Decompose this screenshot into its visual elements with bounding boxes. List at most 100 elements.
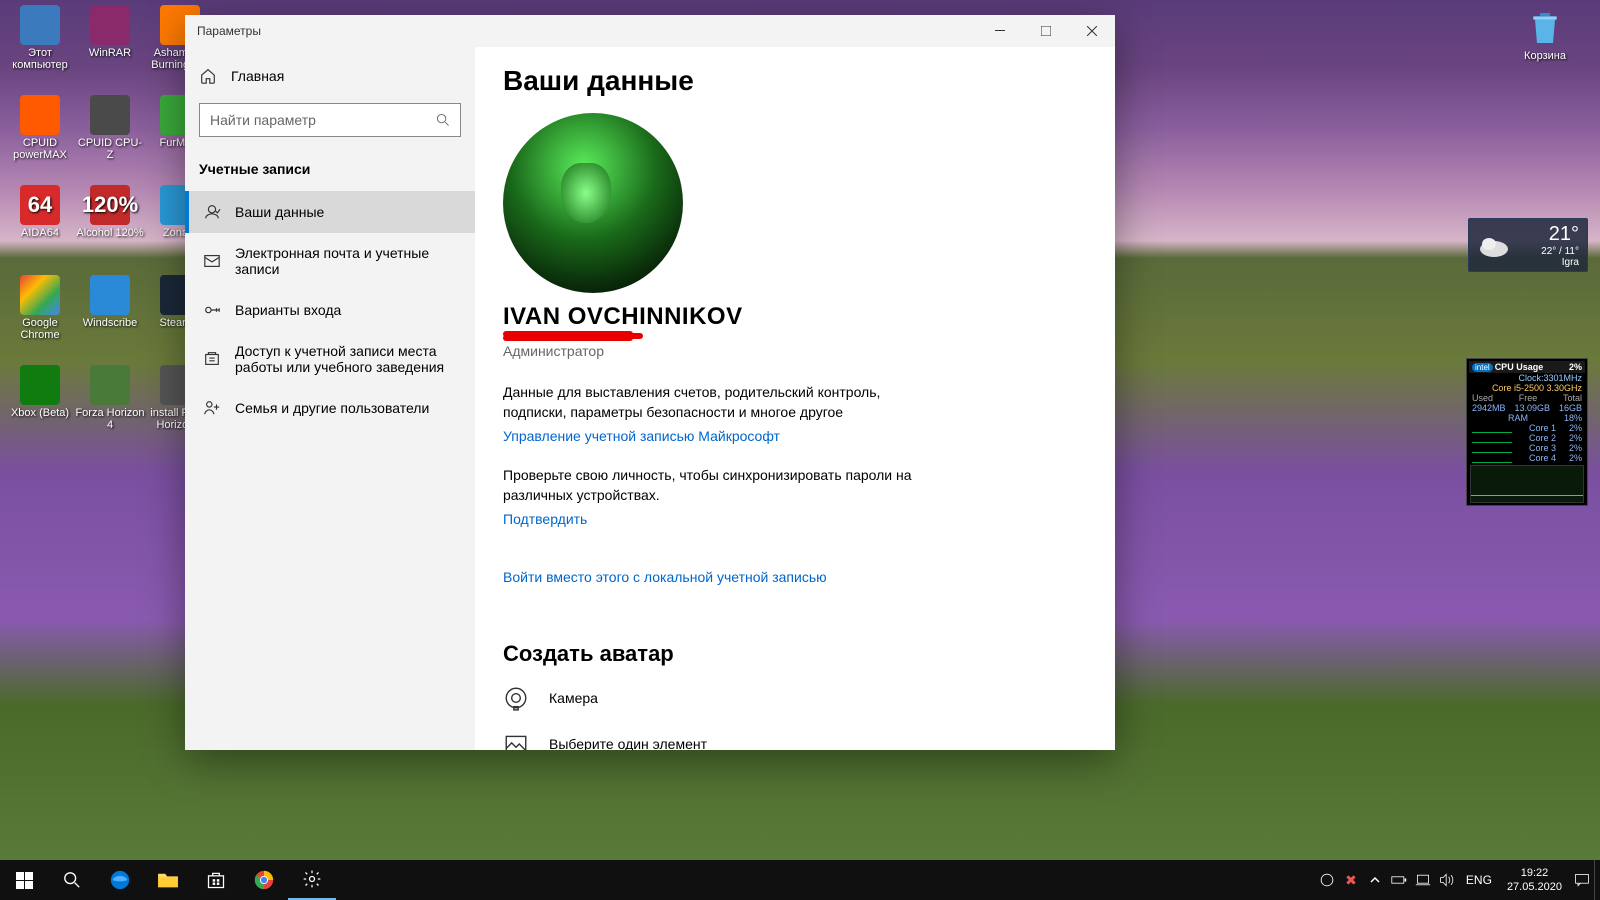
desktop-icon-label: Forza Horizon 4 — [75, 407, 145, 431]
app-icon — [90, 275, 130, 315]
sidebar-item-label: Электронная почта и учетные записи — [235, 245, 461, 277]
cpu-usage-widget[interactable]: intelCPU Usage2% Clock:3301MHz Core i5-2… — [1466, 358, 1588, 506]
avatar — [503, 113, 683, 293]
account-info-text: Данные для выставления счетов, родительс… — [503, 383, 943, 422]
cpu-clock-label: Clock: — [1518, 373, 1543, 383]
edge-button[interactable] — [96, 860, 144, 900]
user-name: IVAN OVCHINNIKOV — [503, 303, 1087, 331]
home-button[interactable]: Главная — [185, 57, 475, 95]
sidebar-item[interactable]: Электронная почта и учетные записи — [185, 233, 475, 289]
search-input[interactable]: Найти параметр — [199, 103, 461, 137]
edge-icon — [109, 869, 131, 891]
weather-temp: 21° — [1541, 223, 1579, 246]
verify-link[interactable]: Подтвердить — [503, 511, 587, 527]
chrome-button[interactable] — [240, 860, 288, 900]
browse-icon — [503, 731, 529, 750]
chrome-icon — [253, 869, 275, 891]
search-button[interactable] — [48, 860, 96, 900]
close-button[interactable] — [1069, 15, 1115, 47]
show-desktop-button[interactable] — [1594, 860, 1600, 900]
camera-icon — [503, 685, 529, 711]
redacted-line — [503, 335, 633, 341]
sidebar-section-label: Учетные записи — [185, 151, 475, 191]
chevron-up-icon[interactable] — [1363, 860, 1387, 900]
weather-range: 22° / 11° — [1541, 246, 1579, 257]
volume-icon[interactable] — [1435, 860, 1459, 900]
app-tray-icon[interactable]: ✖ — [1339, 860, 1363, 900]
browse-option[interactable]: Выберите один элемент — [503, 731, 1087, 750]
desktop-icon[interactable]: 64AIDA64 — [5, 185, 75, 270]
cloud-icon — [1477, 231, 1511, 259]
action-center-icon[interactable] — [1570, 860, 1594, 900]
xbox-tray-icon[interactable] — [1315, 860, 1339, 900]
desktop-wallpaper[interactable]: Этот компьютерWinRARAshampoo Burning S..… — [0, 0, 1600, 860]
cpu-ram-pct: 18% — [1564, 413, 1582, 423]
desktop-icon[interactable]: Forza Horizon 4 — [75, 365, 145, 450]
page-title: Ваши данные — [503, 65, 1087, 97]
cpu-h-free: Free — [1519, 393, 1538, 403]
battery-icon[interactable] — [1387, 860, 1411, 900]
desktop-icon-label: CPUID powerMAX — [5, 137, 75, 161]
weather-widget[interactable]: 21° 22° / 11° Igra — [1468, 218, 1588, 272]
language-indicator[interactable]: ENG — [1459, 860, 1499, 900]
desktop-icon[interactable]: 120% Alcohol 120% — [75, 185, 145, 270]
cpu-h-used: Used — [1472, 393, 1493, 403]
cpu-graph — [1470, 465, 1584, 503]
window-title: Параметры — [197, 24, 261, 38]
maximize-icon — [1041, 26, 1051, 36]
desktop-icons-grid: Этот компьютерWinRARAshampoo Burning S..… — [5, 5, 215, 450]
sidebar-item-label: Семья и другие пользователи — [235, 400, 429, 416]
cpu-core-row: Core 42% — [1469, 453, 1585, 463]
maximize-button[interactable] — [1023, 15, 1069, 47]
taskbar: ✖ ENG 19:22 27.05.2020 — [0, 860, 1600, 900]
sidebar-item[interactable]: Ваши данные — [185, 191, 475, 233]
desktop-icon[interactable]: CPUID powerMAX — [5, 95, 75, 180]
store-button[interactable] — [192, 860, 240, 900]
desktop-icon[interactable]: WinRAR — [75, 5, 145, 90]
network-icon[interactable] — [1411, 860, 1435, 900]
taskbar-date: 27.05.2020 — [1507, 880, 1562, 894]
cpu-mem-used: 2942MB — [1472, 403, 1506, 413]
desktop-icon[interactable]: Xbox (Beta) — [5, 365, 75, 450]
sidebar-item[interactable]: Семья и другие пользователи — [185, 387, 475, 429]
sidebar-item[interactable]: Варианты входа — [185, 289, 475, 331]
cpu-clock: 3301MHz — [1543, 373, 1582, 383]
nav-icon — [203, 203, 221, 221]
camera-option-label: Камера — [549, 690, 598, 706]
nav-icon — [203, 252, 221, 270]
explorer-button[interactable] — [144, 860, 192, 900]
desktop-icon[interactable]: Этот компьютер — [5, 5, 75, 90]
cpu-ram-label: RAM — [1508, 413, 1528, 423]
app-icon — [20, 95, 60, 135]
cpu-core-row: Core 12% — [1469, 423, 1585, 433]
manage-account-link[interactable]: Управление учетной записью Майкрософт — [503, 428, 780, 444]
recycle-bin[interactable]: Корзина — [1510, 8, 1580, 62]
weather-location: Igra — [1541, 257, 1579, 268]
desktop-icon[interactable]: CPUID CPU-Z — [75, 95, 145, 180]
desktop-icon-label: WinRAR — [89, 47, 131, 59]
sidebar-item[interactable]: Доступ к учетной записи места работы или… — [185, 331, 475, 387]
sidebar-item-label: Доступ к учетной записи места работы или… — [235, 343, 461, 375]
taskbar-clock[interactable]: 19:22 27.05.2020 — [1499, 866, 1570, 895]
local-account-link[interactable]: Войти вместо этого с локальной учетной з… — [503, 569, 827, 585]
start-button[interactable] — [0, 860, 48, 900]
create-avatar-heading: Создать аватар — [503, 641, 1087, 667]
home-icon — [199, 67, 217, 85]
cpu-pct: 2% — [1569, 362, 1582, 372]
desktop-icon[interactable]: Google Chrome — [5, 275, 75, 360]
window-titlebar[interactable]: Параметры — [185, 15, 1115, 47]
desktop-icon-label: Alcohol 120% — [76, 227, 143, 239]
app-icon: 120% — [90, 185, 130, 225]
settings-taskbar-button[interactable] — [288, 860, 336, 900]
home-label: Главная — [231, 68, 284, 84]
browse-option-label: Выберите один элемент — [549, 736, 707, 750]
camera-option[interactable]: Камера — [503, 685, 1087, 711]
store-icon — [206, 870, 226, 890]
minimize-button[interactable] — [977, 15, 1023, 47]
cpu-h-total: Total — [1563, 393, 1582, 403]
windows-icon — [16, 872, 33, 889]
search-icon — [436, 113, 450, 127]
app-icon — [90, 5, 130, 45]
desktop-icon[interactable]: Windscribe — [75, 275, 145, 360]
desktop-icon-label: CPUID CPU-Z — [75, 137, 145, 161]
